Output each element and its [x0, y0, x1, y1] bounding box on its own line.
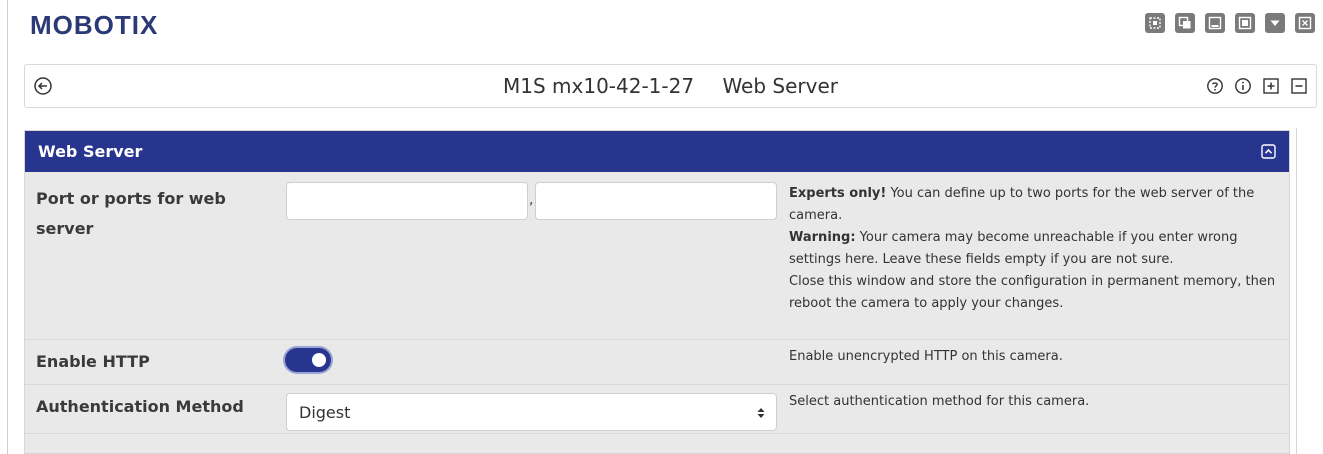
experts-label: Experts only!: [789, 186, 887, 201]
toggle-knob: [312, 353, 326, 367]
select-arrows-icon: [757, 408, 765, 418]
camera-name: M1S mx10-42-1-27: [503, 74, 695, 98]
http-label: Enable HTTP: [36, 352, 150, 371]
fullscreen-icon[interactable]: [1145, 13, 1165, 33]
http-help: Enable unencrypted HTTP on this camera.: [789, 349, 1063, 364]
dialog-titlebar: M1S mx10-42-1-27 Web Server: [24, 64, 1317, 108]
page-title: M1S mx10-42-1-27 Web Server: [25, 74, 1316, 98]
scrollbar[interactable]: [1296, 128, 1297, 454]
port-separator: ,: [529, 192, 534, 208]
port-input-1[interactable]: [286, 182, 528, 220]
close-window-text: Close this window and store the configur…: [789, 274, 1276, 311]
auth-help: Select authentication method for this ca…: [789, 394, 1090, 409]
window-controls: [1145, 13, 1315, 33]
help-icon[interactable]: [1206, 77, 1224, 95]
warning-label: Warning:: [789, 230, 856, 245]
row-divider: [25, 433, 1289, 434]
ports-row: Port or ports for web server , Experts o…: [25, 172, 1289, 339]
port-input-2[interactable]: [535, 182, 777, 220]
http-row: Enable HTTP Enable unencrypted HTTP on t…: [25, 340, 1289, 384]
web-server-panel: Web Server Port or ports for web server …: [24, 130, 1290, 454]
restore-icon[interactable]: [1235, 13, 1255, 33]
collapse-section-icon[interactable]: [1261, 144, 1276, 159]
page-name: Web Server: [722, 74, 838, 98]
auth-row: Authentication Method Digest Select auth…: [25, 385, 1289, 433]
mobotix-logo: MOBOTIX: [30, 10, 159, 40]
close-icon[interactable]: [1295, 13, 1315, 33]
title-tools: [1206, 77, 1308, 95]
auth-label: Authentication Method: [36, 397, 244, 416]
collapse-all-icon[interactable]: [1290, 77, 1308, 95]
enable-http-toggle[interactable]: [285, 348, 331, 372]
expand-all-icon[interactable]: [1262, 77, 1280, 95]
window-left-border: [7, 0, 8, 454]
panel-title: Web Server: [38, 142, 143, 161]
info-icon[interactable]: [1234, 77, 1252, 95]
ports-help: Experts only! You can define up to two p…: [789, 183, 1279, 315]
auth-method-select[interactable]: Digest: [286, 393, 777, 431]
dropdown-icon[interactable]: [1265, 13, 1285, 33]
ports-label: Port or ports for web server: [36, 189, 226, 238]
auth-method-value: Digest: [299, 403, 351, 422]
warning-text: Your camera may become unreachable if yo…: [789, 230, 1238, 267]
panel-header[interactable]: Web Server: [25, 131, 1289, 172]
detach-icon[interactable]: [1175, 13, 1195, 33]
minimize-icon[interactable]: [1205, 13, 1225, 33]
